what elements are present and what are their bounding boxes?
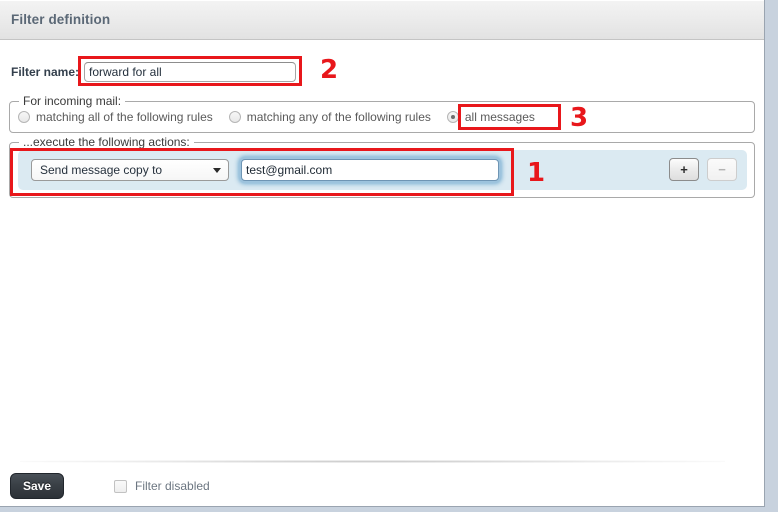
chevron-down-icon — [213, 168, 221, 173]
checkbox-unchecked-icon[interactable] — [114, 479, 127, 493]
filter-name-label: Filter name: — [11, 65, 80, 79]
radio-unchecked-icon — [18, 111, 30, 123]
filter-name-row: Filter name: — [0, 62, 764, 84]
radio-matching-any-label: matching any of the following rules — [246, 110, 431, 124]
save-button[interactable]: Save — [10, 473, 64, 499]
incoming-mail-legend: For incoming mail: — [19, 94, 126, 108]
radio-matching-any[interactable]: matching any of the following rules — [228, 110, 431, 124]
filter-disabled-checkbox-row[interactable]: Filter disabled — [114, 478, 210, 494]
filter-name-input[interactable] — [84, 62, 296, 82]
radio-all-messages[interactable]: all messages — [446, 110, 535, 124]
actions-fieldset: ...execute the following actions: Send m… — [9, 135, 755, 198]
radio-all-messages-label: all messages — [464, 110, 535, 124]
filter-definition-screen: Filter definition Filter name: For incom… — [0, 0, 778, 512]
panel-header: Filter definition — [0, 0, 764, 40]
action-value-input[interactable] — [241, 159, 499, 181]
remove-action-button: − — [707, 158, 737, 181]
action-type-select[interactable]: Send message copy to — [31, 159, 229, 181]
radio-checked-icon — [446, 111, 459, 123]
footer-separator — [20, 460, 725, 463]
action-value-input-focus-ring — [239, 157, 501, 183]
filter-definition-panel: Filter definition Filter name: For incom… — [0, 0, 765, 507]
page-title: Filter definition — [11, 12, 111, 27]
incoming-mail-fieldset: For incoming mail: matching all of the f… — [9, 94, 755, 133]
action-row: Send message copy to + − — [18, 150, 747, 190]
action-type-select-value: Send message copy to — [40, 163, 163, 177]
incoming-mail-radio-group: matching all of the following rules matc… — [18, 108, 551, 126]
actions-legend: ...execute the following actions: — [19, 135, 194, 149]
add-action-button[interactable]: + — [669, 158, 699, 181]
radio-matching-all[interactable]: matching all of the following rules — [18, 110, 213, 124]
filter-disabled-label: Filter disabled — [135, 479, 210, 493]
radio-matching-all-label: matching all of the following rules — [36, 110, 213, 124]
radio-unchecked-icon — [228, 111, 241, 123]
